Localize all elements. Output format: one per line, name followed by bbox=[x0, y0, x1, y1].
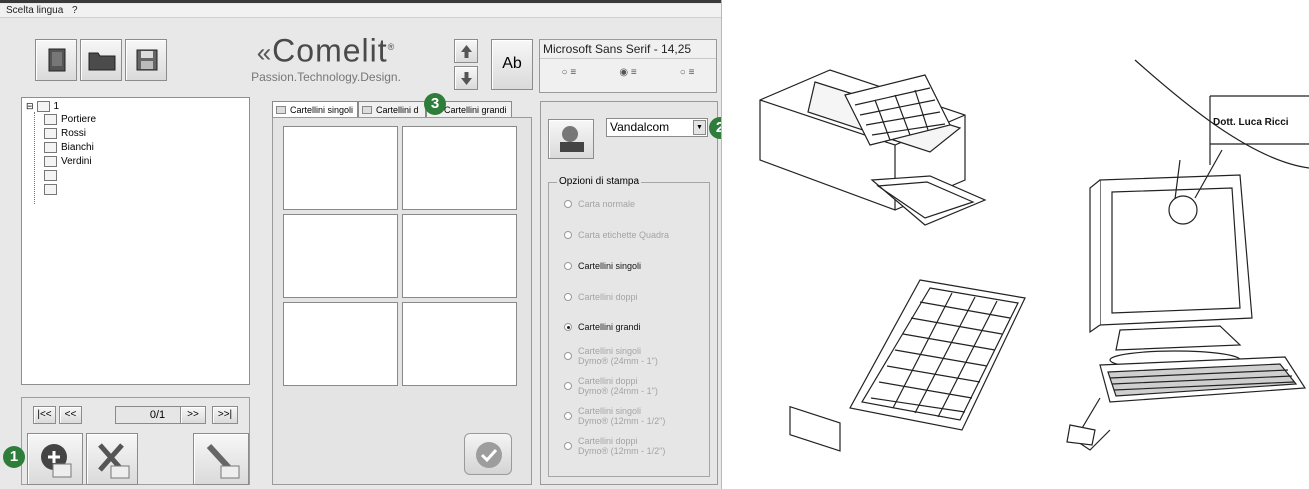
option-cartellini-grandi[interactable]: Cartellini grandi bbox=[564, 322, 641, 332]
option-cartellini-singoli[interactable]: Cartellini singoli bbox=[564, 261, 641, 271]
logo-tagline: Passion.Technology.Design. bbox=[251, 69, 401, 84]
next-record-button[interactable]: >> bbox=[180, 406, 206, 424]
tree-item[interactable] bbox=[44, 170, 61, 181]
edit-entry-button[interactable] bbox=[193, 433, 249, 485]
folder-icon bbox=[88, 52, 116, 71]
printer-icon bbox=[560, 126, 584, 152]
hardware-illustration: Dott. Luca Ricci bbox=[759, 59, 1309, 452]
label-icon bbox=[276, 105, 286, 114]
print-button[interactable] bbox=[548, 119, 594, 159]
open-folder-button[interactable] bbox=[80, 39, 122, 81]
option-dymo-doppi-24[interactable]: Cartellini doppi Dymo® (24mm - 1") bbox=[564, 376, 658, 396]
add-entry-icon bbox=[41, 444, 72, 478]
arrow-down-icon bbox=[461, 72, 472, 85]
tree-item[interactable]: Bianchi bbox=[44, 142, 94, 153]
delete-entry-icon bbox=[98, 443, 130, 479]
tree-item[interactable]: Rossi bbox=[44, 128, 86, 139]
callout-name-text: Dott. Luca Ricci bbox=[1213, 117, 1289, 128]
option-dymo-singoli-24[interactable]: Cartellini singoli Dymo® (24mm - 1") bbox=[564, 346, 658, 366]
document-icon bbox=[48, 48, 66, 72]
move-down-button[interactable] bbox=[454, 66, 478, 90]
label-type-tabs: Cartellini singoli Cartellini d Cartelli… bbox=[272, 101, 512, 117]
previous-record-button[interactable]: << bbox=[59, 406, 82, 424]
confirm-button[interactable] bbox=[464, 433, 512, 475]
label-icon bbox=[44, 156, 57, 167]
option-carta-normale[interactable]: Carta normale bbox=[564, 199, 635, 209]
computer-monitor-illustration bbox=[1089, 174, 1253, 370]
tab-cartellini-doppi[interactable]: Cartellini d bbox=[358, 101, 427, 117]
keyboard-illustration bbox=[1066, 356, 1307, 451]
option-dymo-doppi-12[interactable]: Cartellini doppi Dymo® (12mm - 1/2") bbox=[564, 436, 665, 456]
align-left-radio[interactable]: ○ ≡ bbox=[562, 67, 577, 78]
label-sheet-illustration bbox=[849, 279, 1026, 431]
font-name[interactable]: Microsoft Sans Serif - 14,25 bbox=[540, 40, 716, 59]
tree-item[interactable] bbox=[44, 184, 61, 195]
tree-item[interactable]: Portiere bbox=[44, 114, 96, 125]
label-card[interactable] bbox=[283, 302, 398, 386]
option-cartellini-doppi[interactable]: Cartellini doppi bbox=[564, 292, 638, 302]
step-badge-1: 1 bbox=[3, 446, 25, 468]
label-card[interactable] bbox=[402, 302, 517, 386]
print-options-legend: Opzioni di stampa bbox=[557, 176, 642, 187]
edit-entry-icon bbox=[206, 443, 240, 479]
label-icon bbox=[44, 128, 57, 139]
floppy-disk-icon bbox=[136, 49, 158, 71]
tree-item[interactable]: Verdini bbox=[44, 156, 92, 167]
checkmark-icon bbox=[476, 442, 502, 468]
label-icon bbox=[44, 114, 57, 125]
menu-item-language[interactable]: Scelta lingua bbox=[6, 5, 63, 16]
font-format-button[interactable]: Ab bbox=[491, 39, 533, 90]
name-tree[interactable]: ⊟ 1 Portiere Rossi Bianchi Verdini bbox=[21, 97, 250, 385]
add-entry-button[interactable] bbox=[27, 433, 83, 485]
label-icon bbox=[44, 170, 57, 181]
step-badge-3: 3 bbox=[424, 93, 446, 115]
label-card[interactable] bbox=[402, 126, 517, 210]
chevron-down-icon[interactable]: ▼ bbox=[693, 120, 706, 135]
label-icon bbox=[362, 105, 373, 114]
save-button[interactable] bbox=[125, 39, 167, 81]
label-card[interactable] bbox=[283, 126, 398, 210]
format-label: Ab bbox=[502, 55, 522, 72]
delete-entry-button[interactable] bbox=[86, 433, 138, 485]
label-icon bbox=[44, 184, 57, 195]
folder-icon bbox=[36, 101, 50, 112]
align-center-radio[interactable]: ◉ ≡ bbox=[619, 67, 636, 78]
tree-root[interactable]: ⊟ 1 bbox=[26, 101, 59, 112]
application-window: Scelta lingua ? «Comelit® Passion.Techno… bbox=[0, 0, 722, 489]
print-options-group: Opzioni di stampa Carta normale Carta et… bbox=[548, 176, 710, 477]
font-settings: Microsoft Sans Serif - 14,25 ○ ≡ ◉ ≡ ○ ≡ bbox=[539, 39, 717, 93]
label-icon bbox=[44, 142, 57, 153]
label-preview-panel bbox=[272, 117, 532, 485]
label-card[interactable] bbox=[402, 214, 517, 298]
menu-item-help[interactable]: ? bbox=[72, 5, 78, 16]
option-carta-etichette-quadra[interactable]: Carta etichette Quadra bbox=[564, 230, 669, 240]
menu-bar: Scelta lingua ? bbox=[0, 4, 721, 18]
comelit-logo: «Comelit® Passion.Technology.Design. bbox=[226, 30, 426, 90]
option-dymo-singoli-12[interactable]: Cartellini singoli Dymo® (12mm - 1/2") bbox=[564, 406, 665, 426]
align-right-radio[interactable]: ○ ≡ bbox=[680, 67, 695, 78]
tab-cartellini-singoli[interactable]: Cartellini singoli bbox=[272, 101, 359, 117]
label-card[interactable] bbox=[283, 214, 398, 298]
move-up-button[interactable] bbox=[454, 39, 478, 63]
last-record-button[interactable]: >>| bbox=[212, 406, 238, 424]
first-record-button[interactable]: |<< bbox=[33, 406, 56, 424]
printer-select[interactable]: Vandalcom ▼ bbox=[606, 118, 708, 137]
arrow-up-icon bbox=[461, 45, 472, 58]
new-document-button[interactable] bbox=[35, 39, 77, 81]
